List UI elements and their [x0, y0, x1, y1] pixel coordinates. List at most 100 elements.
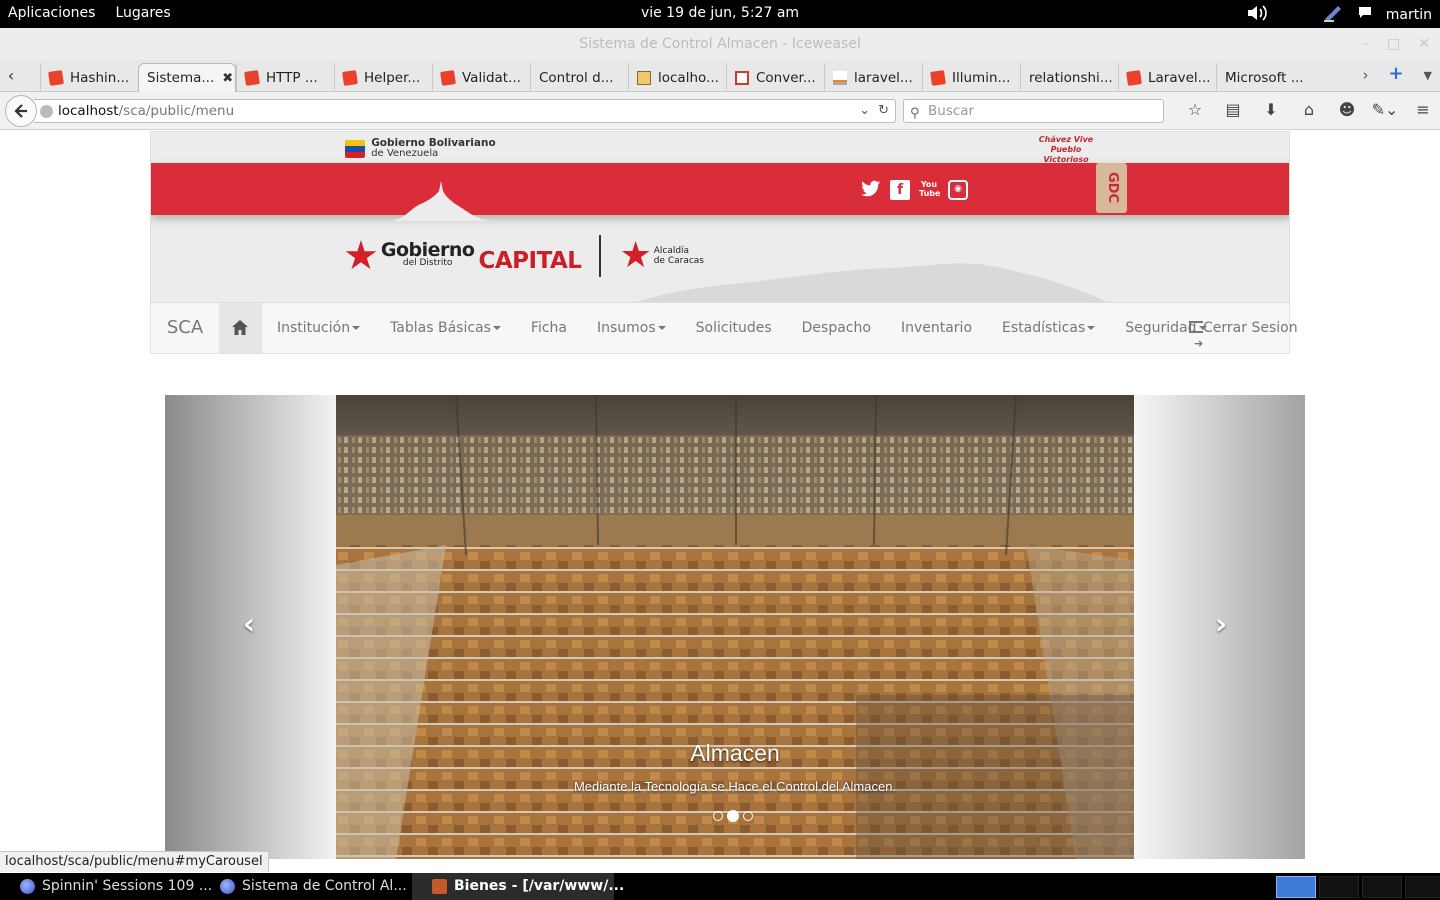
- instagram-icon[interactable]: ◉: [948, 180, 968, 200]
- logout-link[interactable]: ➜ Cerrar Sesion: [1189, 303, 1298, 353]
- carousel-prev-control[interactable]: ‹: [229, 607, 269, 647]
- menu-item-insumos[interactable]: Insumos: [582, 303, 681, 353]
- home-icon[interactable]: ⌂: [1290, 100, 1328, 119]
- site-identity-icon[interactable]: [40, 105, 53, 118]
- browser-tab[interactable]: Microsoft ...: [1216, 63, 1314, 92]
- maximize-icon[interactable]: □: [1387, 28, 1400, 60]
- clock[interactable]: vie 19 de jun, 5:27 am: [0, 5, 1440, 21]
- facebook-icon[interactable]: f: [890, 180, 910, 200]
- carousel-caption: Almacen Mediante la Tecnología se Hace e…: [336, 740, 1134, 794]
- twitter-icon[interactable]: [861, 180, 881, 200]
- browser-tab[interactable]: Hashin...: [40, 63, 138, 92]
- browser-tab[interactable]: localho...: [628, 63, 726, 92]
- browser-tab[interactable]: laravel...: [824, 63, 922, 92]
- history-dropdown-icon[interactable]: ⌄: [859, 100, 870, 122]
- browser-tab[interactable]: Illumin...: [922, 63, 1020, 92]
- menu-item-ficha[interactable]: Ficha: [516, 303, 582, 353]
- brand-capital: CAPITAL: [478, 248, 582, 274]
- hamburger-menu-icon[interactable]: ≡: [1404, 100, 1440, 119]
- browser-tab[interactable]: Validat...: [432, 63, 530, 92]
- browser-tab[interactable]: Laravel...: [1118, 63, 1216, 92]
- gov-logo-line2: de Venezuela: [371, 148, 439, 159]
- taskbar-window-button[interactable]: Sistema de Control Al...: [200, 873, 412, 900]
- tab-label: Control d...: [539, 69, 614, 86]
- menu-item-estadisticas[interactable]: Estadísticas: [987, 303, 1110, 353]
- workspace-2[interactable]: [1319, 876, 1359, 898]
- url-bar[interactable]: localhost/sca/public/menu ⌄ ↻: [34, 99, 896, 123]
- search-input[interactable]: ⚲ Buscar: [903, 99, 1164, 123]
- menu-item-inventario[interactable]: Inventario: [886, 303, 987, 353]
- network-icon[interactable]: [1322, 3, 1344, 27]
- taskbar-window-button[interactable]: Bienes - [/var/www/...: [412, 873, 624, 900]
- carousel-indicator[interactable]: [713, 811, 723, 821]
- chevron-right-icon: ›: [1214, 607, 1228, 642]
- window-titlebar: Sistema de Control Almacen - Iceweasel –…: [0, 28, 1440, 60]
- taskbar-window-button[interactable]: Spinnin' Sessions 109 ...: [0, 873, 212, 900]
- main-navbar: SCA Institución Tablas Básicas Ficha Insumo…: [150, 303, 1298, 354]
- menu-item-tablas-basicas[interactable]: Tablas Básicas: [375, 303, 516, 353]
- tab-label: Hashin...: [70, 69, 130, 86]
- addon-icon[interactable]: ✎⌄: [1366, 100, 1404, 119]
- search-placeholder: Buscar: [928, 103, 975, 119]
- carousel-next-control[interactable]: ›: [1201, 607, 1241, 647]
- laravel-icon: [48, 69, 64, 86]
- back-button[interactable]: [5, 95, 37, 127]
- browser-tab[interactable]: relationshi...: [1020, 63, 1118, 92]
- gdc-badge: GDC: [1096, 163, 1127, 213]
- pueblo-logo-line1: Chávez Vive: [1038, 135, 1094, 144]
- workspace-1[interactable]: [1276, 876, 1316, 898]
- mountain-silhouette: [391, 181, 491, 221]
- workspace-4[interactable]: [1405, 876, 1440, 898]
- scroll-tabs-left-icon[interactable]: ‹: [2, 66, 20, 88]
- red-star-icon: ★: [343, 233, 379, 279]
- alcaldia-line1: Alcaldía: [653, 246, 690, 256]
- browser-tab[interactable]: HTTP ...: [236, 63, 334, 92]
- tab-label: localho...: [658, 69, 719, 86]
- menu-item-institucion[interactable]: Institución: [262, 303, 375, 353]
- status-bar: localhost/sca/public/menu#myCarousel: [0, 851, 269, 872]
- caption-text: Mediante la Tecnología se Hace el Contro…: [573, 779, 897, 794]
- browser-tab[interactable]: Helper...: [334, 63, 432, 92]
- volume-icon[interactable]: [1246, 3, 1268, 27]
- carousel-indicator[interactable]: [727, 810, 739, 822]
- stackoverflow-icon: [833, 70, 847, 85]
- laravel-icon: [244, 69, 260, 86]
- logout-icon: ➜: [1189, 321, 1203, 350]
- carousel-indicators: [713, 810, 753, 822]
- browser-tab[interactable]: Control d...: [530, 63, 628, 92]
- carousel-indicator[interactable]: [743, 811, 753, 821]
- menu-item-label: Institución: [277, 320, 351, 336]
- home-button[interactable]: [219, 303, 262, 353]
- menu-item-despacho[interactable]: Despacho: [787, 303, 886, 353]
- youtube-icon[interactable]: You Tube: [919, 180, 940, 200]
- tab-label: relationshi...: [1029, 69, 1113, 86]
- reading-list-icon[interactable]: ▤: [1214, 100, 1252, 119]
- caption-title: Almacen: [690, 740, 780, 766]
- minimize-icon[interactable]: –: [1362, 28, 1369, 60]
- chat-icon[interactable]: [1358, 6, 1372, 24]
- close-window-icon[interactable]: ✕: [1418, 28, 1430, 60]
- reload-icon[interactable]: ↻: [878, 100, 889, 122]
- browser-tab[interactable]: Sistema... ✖: [138, 63, 236, 92]
- laravel-icon: [440, 69, 456, 86]
- scroll-tabs-right-icon[interactable]: ›: [1362, 66, 1368, 84]
- navbar-brand[interactable]: SCA: [151, 303, 219, 353]
- caret-down-icon: [657, 326, 666, 330]
- close-tab-icon[interactable]: ✖: [222, 71, 233, 86]
- downloads-icon[interactable]: ⬇: [1252, 100, 1290, 119]
- menu-item-solicitudes[interactable]: Solicitudes: [681, 303, 787, 353]
- bookmark-star-icon[interactable]: ☆: [1176, 100, 1214, 119]
- laravel-icon: [342, 69, 358, 86]
- taskbar-window-label: Spinnin' Sessions 109 ...: [42, 878, 213, 894]
- menu-item-label: Tablas Básicas: [390, 320, 491, 336]
- browser-tab[interactable]: Conver...: [726, 63, 824, 92]
- user-menu[interactable]: martin: [1386, 7, 1432, 23]
- tab-list: Hashin... Sistema... ✖ HTTP ... Helper... Val…: [40, 63, 1314, 92]
- list-all-tabs-icon[interactable]: ▼: [1424, 69, 1432, 84]
- new-tab-icon[interactable]: +: [1388, 63, 1403, 84]
- workspace-3[interactable]: [1362, 876, 1402, 898]
- menu-item-label: Inventario: [900, 320, 973, 336]
- chevron-left-icon: ‹: [242, 607, 256, 642]
- chat-bubble-icon[interactable]: ☻: [1328, 100, 1366, 119]
- web-page: Gobierno Bolivariano de Venezuela Chávez …: [0, 131, 1440, 872]
